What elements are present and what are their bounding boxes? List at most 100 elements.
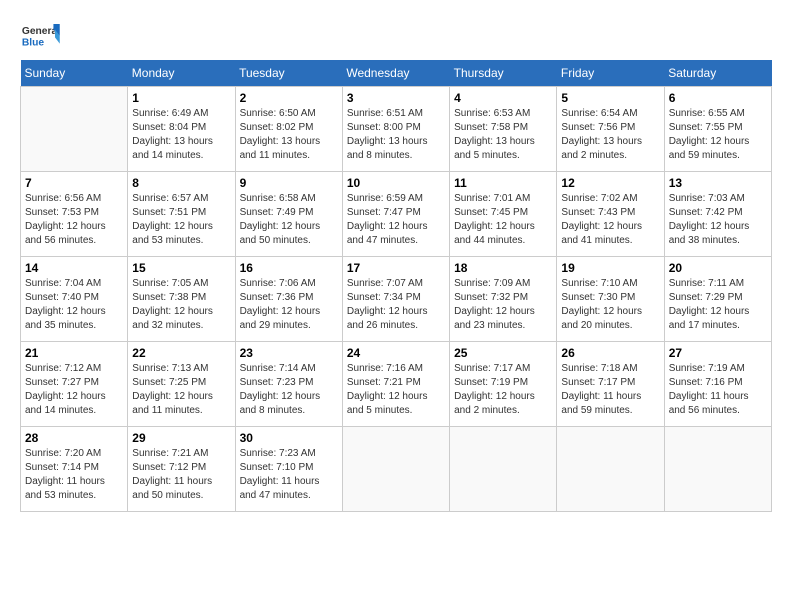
calendar-cell: 25 Sunrise: 7:17 AM Sunset: 7:19 PM Dayli… bbox=[450, 342, 557, 427]
calendar-cell: 10 Sunrise: 6:59 AM Sunset: 7:47 PM Dayli… bbox=[342, 172, 449, 257]
day-info: Sunrise: 7:10 AM Sunset: 7:30 PM Dayligh… bbox=[561, 277, 659, 333]
day-info: Sunrise: 7:13 AM Sunset: 7:25 PM Dayligh… bbox=[132, 362, 230, 418]
calendar-cell bbox=[21, 87, 128, 172]
calendar-cell: 21 Sunrise: 7:12 AM Sunset: 7:27 PM Dayli… bbox=[21, 342, 128, 427]
day-number: 28 bbox=[25, 431, 123, 445]
calendar-cell: 3 Sunrise: 6:51 AM Sunset: 8:00 PM Daylig… bbox=[342, 87, 449, 172]
day-info: Sunrise: 7:12 AM Sunset: 7:27 PM Dayligh… bbox=[25, 362, 123, 418]
day-info: Sunrise: 7:07 AM Sunset: 7:34 PM Dayligh… bbox=[347, 277, 445, 333]
day-info: Sunrise: 6:58 AM Sunset: 7:49 PM Dayligh… bbox=[240, 192, 338, 248]
day-info: Sunrise: 7:01 AM Sunset: 7:45 PM Dayligh… bbox=[454, 192, 552, 248]
day-number: 8 bbox=[132, 176, 230, 190]
day-of-week-header: Sunday bbox=[21, 60, 128, 87]
page-header: General Blue bbox=[20, 20, 772, 50]
day-number: 18 bbox=[454, 261, 552, 275]
calendar-cell: 9 Sunrise: 6:58 AM Sunset: 7:49 PM Daylig… bbox=[235, 172, 342, 257]
calendar-week-row: 28Sunrise: 7:20 AM Sunset: 7:14 PM Dayli… bbox=[21, 427, 772, 512]
day-info: Sunrise: 6:56 AM Sunset: 7:53 PM Dayligh… bbox=[25, 192, 123, 248]
day-number: 4 bbox=[454, 91, 552, 105]
day-info: Sunrise: 7:16 AM Sunset: 7:21 PM Dayligh… bbox=[347, 362, 445, 418]
day-number: 30 bbox=[240, 431, 338, 445]
day-info: Sunrise: 7:03 AM Sunset: 7:42 PM Dayligh… bbox=[669, 192, 767, 248]
day-info: Sunrise: 7:21 AM Sunset: 7:12 PM Dayligh… bbox=[132, 447, 230, 503]
calendar-week-row: 1 Sunrise: 6:49 AM Sunset: 8:04 PM Daylig… bbox=[21, 87, 772, 172]
day-of-week-header: Friday bbox=[557, 60, 664, 87]
calendar-cell: 16 Sunrise: 7:06 AM Sunset: 7:36 PM Dayli… bbox=[235, 257, 342, 342]
day-number: 2 bbox=[240, 91, 338, 105]
calendar-cell: 15 Sunrise: 7:05 AM Sunset: 7:38 PM Dayli… bbox=[128, 257, 235, 342]
calendar-cell: 12 Sunrise: 7:02 AM Sunset: 7:43 PM Dayli… bbox=[557, 172, 664, 257]
day-info: Sunrise: 7:17 AM Sunset: 7:19 PM Dayligh… bbox=[454, 362, 552, 418]
day-number: 22 bbox=[132, 346, 230, 360]
day-info: Sunrise: 6:51 AM Sunset: 8:00 PM Dayligh… bbox=[347, 107, 445, 163]
day-number: 7 bbox=[25, 176, 123, 190]
day-info: Sunrise: 6:50 AM Sunset: 8:02 PM Dayligh… bbox=[240, 107, 338, 163]
calendar-cell: 5 Sunrise: 6:54 AM Sunset: 7:56 PM Daylig… bbox=[557, 87, 664, 172]
calendar-cell: 26Sunrise: 7:18 AM Sunset: 7:17 PM Dayli… bbox=[557, 342, 664, 427]
calendar-cell: 28Sunrise: 7:20 AM Sunset: 7:14 PM Dayli… bbox=[21, 427, 128, 512]
day-number: 16 bbox=[240, 261, 338, 275]
day-info: Sunrise: 7:04 AM Sunset: 7:40 PM Dayligh… bbox=[25, 277, 123, 333]
calendar-cell: 22 Sunrise: 7:13 AM Sunset: 7:25 PM Dayli… bbox=[128, 342, 235, 427]
calendar-week-row: 14 Sunrise: 7:04 AM Sunset: 7:40 PM Dayli… bbox=[21, 257, 772, 342]
day-number: 27 bbox=[669, 346, 767, 360]
day-info: Sunrise: 7:05 AM Sunset: 7:38 PM Dayligh… bbox=[132, 277, 230, 333]
calendar-cell: 2 Sunrise: 6:50 AM Sunset: 8:02 PM Daylig… bbox=[235, 87, 342, 172]
day-number: 23 bbox=[240, 346, 338, 360]
day-number: 26 bbox=[561, 346, 659, 360]
day-number: 25 bbox=[454, 346, 552, 360]
day-info: Sunrise: 7:02 AM Sunset: 7:43 PM Dayligh… bbox=[561, 192, 659, 248]
day-info: Sunrise: 6:49 AM Sunset: 8:04 PM Dayligh… bbox=[132, 107, 230, 163]
day-info: Sunrise: 6:57 AM Sunset: 7:51 PM Dayligh… bbox=[132, 192, 230, 248]
day-info: Sunrise: 7:23 AM Sunset: 7:10 PM Dayligh… bbox=[240, 447, 338, 503]
day-number: 20 bbox=[669, 261, 767, 275]
day-number: 5 bbox=[561, 91, 659, 105]
day-number: 9 bbox=[240, 176, 338, 190]
day-number: 6 bbox=[669, 91, 767, 105]
day-number: 24 bbox=[347, 346, 445, 360]
day-number: 3 bbox=[347, 91, 445, 105]
calendar-cell: 24 Sunrise: 7:16 AM Sunset: 7:21 PM Dayli… bbox=[342, 342, 449, 427]
day-info: Sunrise: 7:09 AM Sunset: 7:32 PM Dayligh… bbox=[454, 277, 552, 333]
day-number: 17 bbox=[347, 261, 445, 275]
day-info: Sunrise: 6:54 AM Sunset: 7:56 PM Dayligh… bbox=[561, 107, 659, 163]
day-of-week-header: Monday bbox=[128, 60, 235, 87]
calendar-cell: 8 Sunrise: 6:57 AM Sunset: 7:51 PM Daylig… bbox=[128, 172, 235, 257]
day-info: Sunrise: 6:59 AM Sunset: 7:47 PM Dayligh… bbox=[347, 192, 445, 248]
day-number: 12 bbox=[561, 176, 659, 190]
calendar-cell bbox=[342, 427, 449, 512]
day-number: 21 bbox=[25, 346, 123, 360]
calendar-cell: 19Sunrise: 7:10 AM Sunset: 7:30 PM Dayli… bbox=[557, 257, 664, 342]
day-of-week-header: Saturday bbox=[664, 60, 771, 87]
day-info: Sunrise: 7:11 AM Sunset: 7:29 PM Dayligh… bbox=[669, 277, 767, 333]
day-info: Sunrise: 6:55 AM Sunset: 7:55 PM Dayligh… bbox=[669, 107, 767, 163]
day-info: Sunrise: 7:19 AM Sunset: 7:16 PM Dayligh… bbox=[669, 362, 767, 418]
calendar-cell: 6 Sunrise: 6:55 AM Sunset: 7:55 PM Daylig… bbox=[664, 87, 771, 172]
calendar-cell: 1 Sunrise: 6:49 AM Sunset: 8:04 PM Daylig… bbox=[128, 87, 235, 172]
logo: General Blue bbox=[20, 20, 64, 50]
calendar-header-row: SundayMondayTuesdayWednesdayThursdayFrid… bbox=[21, 60, 772, 87]
calendar-week-row: 21 Sunrise: 7:12 AM Sunset: 7:27 PM Dayli… bbox=[21, 342, 772, 427]
day-of-week-header: Wednesday bbox=[342, 60, 449, 87]
calendar-cell: 11 Sunrise: 7:01 AM Sunset: 7:45 PM Dayli… bbox=[450, 172, 557, 257]
calendar-cell: 18 Sunrise: 7:09 AM Sunset: 7:32 PM Dayli… bbox=[450, 257, 557, 342]
day-number: 1 bbox=[132, 91, 230, 105]
day-number: 13 bbox=[669, 176, 767, 190]
calendar-cell bbox=[450, 427, 557, 512]
day-number: 15 bbox=[132, 261, 230, 275]
day-number: 14 bbox=[25, 261, 123, 275]
calendar-cell bbox=[557, 427, 664, 512]
calendar-cell: 13 Sunrise: 7:03 AM Sunset: 7:42 PM Dayli… bbox=[664, 172, 771, 257]
svg-text:Blue: Blue bbox=[22, 37, 45, 48]
day-info: Sunrise: 7:06 AM Sunset: 7:36 PM Dayligh… bbox=[240, 277, 338, 333]
calendar-cell: 29Sunrise: 7:21 AM Sunset: 7:12 PM Dayli… bbox=[128, 427, 235, 512]
day-of-week-header: Tuesday bbox=[235, 60, 342, 87]
calendar-week-row: 7 Sunrise: 6:56 AM Sunset: 7:53 PM Daylig… bbox=[21, 172, 772, 257]
calendar-cell: 30 Sunrise: 7:23 AM Sunset: 7:10 PM Dayli… bbox=[235, 427, 342, 512]
day-number: 11 bbox=[454, 176, 552, 190]
calendar-table: SundayMondayTuesdayWednesdayThursdayFrid… bbox=[20, 60, 772, 512]
calendar-cell: 23Sunrise: 7:14 AM Sunset: 7:23 PM Dayli… bbox=[235, 342, 342, 427]
calendar-cell: 4Sunrise: 6:53 AM Sunset: 7:58 PM Daylig… bbox=[450, 87, 557, 172]
day-number: 10 bbox=[347, 176, 445, 190]
calendar-cell: 14 Sunrise: 7:04 AM Sunset: 7:40 PM Dayli… bbox=[21, 257, 128, 342]
